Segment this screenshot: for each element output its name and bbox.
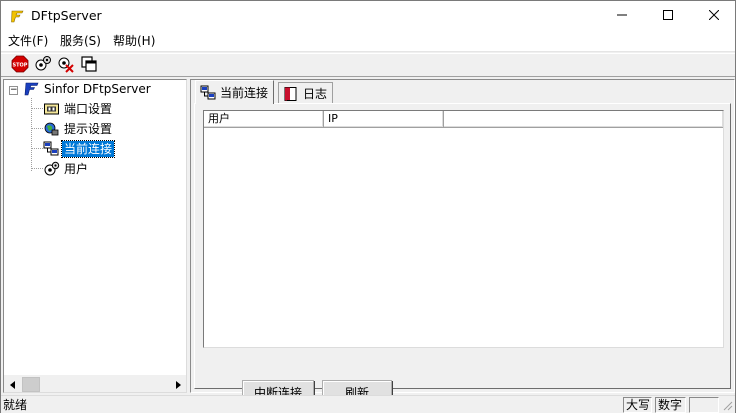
log-tab-icon [283, 86, 299, 102]
menu-bar: 文件(F) 服务(S) 帮助(H) [1, 31, 735, 52]
tree-collapse-toggle[interactable]: − [9, 86, 18, 95]
status-bar: 就绪 大写 数字 [1, 395, 735, 413]
tree-item-label: 当前连接 [60, 140, 116, 158]
tab-content: 用户 IP 中断连接 刷新 [194, 103, 731, 405]
column-header-user[interactable]: 用户 [204, 111, 324, 128]
tree-connector [31, 148, 43, 149]
connect-button[interactable] [33, 56, 52, 75]
app-logo-icon [10, 9, 25, 24]
maximize-button[interactable] [645, 1, 691, 31]
server-logo-icon [23, 81, 40, 97]
disconnect-button[interactable] [56, 56, 75, 75]
tab-current-connections[interactable]: 当前连接 [195, 80, 275, 104]
tree-connector [31, 108, 43, 109]
content-panel: 当前连接 日志 用户 IP 中断连接 刷新 [190, 79, 735, 405]
tree-root-item[interactable]: Sinfor DFtpServer [23, 80, 153, 98]
num-lock-indicator: 数字 [655, 397, 686, 413]
minimize-icon [617, 9, 627, 23]
scroll-thumb[interactable] [22, 377, 40, 392]
tree-connector [31, 128, 43, 129]
stop-icon-text: STOP [12, 63, 27, 69]
close-button[interactable] [691, 1, 736, 31]
copy-windows-icon [80, 55, 98, 76]
scroll-right-icon[interactable] [169, 376, 186, 393]
menu-service[interactable]: 服务(S) [60, 34, 101, 49]
scroll-left-icon[interactable] [4, 376, 21, 393]
title-bar[interactable]: DFtpServer [1, 1, 735, 31]
menu-help[interactable]: 帮助(H) [113, 34, 155, 49]
toolbar: STOP [1, 53, 735, 77]
users-icon [43, 161, 60, 177]
connections-list[interactable]: 用户 IP [203, 110, 724, 348]
caps-lock-indicator: 大写 [623, 397, 652, 413]
current-connections-icon [43, 141, 60, 157]
scroll-lock-indicator [689, 397, 719, 413]
tab-log[interactable]: 日志 [278, 82, 334, 104]
tree-connector [31, 168, 43, 169]
tab-label: 日志 [303, 87, 328, 101]
column-header-ip[interactable]: IP [324, 111, 444, 128]
prompt-settings-icon [43, 121, 60, 137]
menu-file[interactable]: 文件(F) [8, 34, 48, 49]
server-tree[interactable]: − Sinfor DFtpServer 端口设置 提示设置 当前连接 用户 [3, 79, 187, 393]
column-header-filler [444, 111, 723, 128]
tree-item-current-connections[interactable]: 当前连接 [43, 140, 116, 158]
disconnect-icon [57, 55, 75, 76]
list-header: 用户 IP [204, 111, 723, 128]
stop-icon: STOP [11, 55, 29, 76]
tree-horizontal-scrollbar[interactable] [4, 375, 186, 392]
resize-grip-icon[interactable] [721, 399, 733, 411]
stop-button[interactable]: STOP [10, 55, 29, 76]
tree-item-prompt-settings[interactable]: 提示设置 [43, 120, 114, 138]
close-icon [708, 9, 720, 23]
tree-item-label: 用户 [64, 162, 89, 176]
tab-label: 当前连接 [220, 86, 269, 100]
connect-icon [34, 55, 52, 76]
minimize-button[interactable] [599, 1, 645, 31]
copy-windows-button[interactable] [79, 56, 98, 75]
status-text: 就绪 [3, 398, 28, 412]
tree-item-label: 提示设置 [64, 122, 113, 136]
tree-item-users[interactable]: 用户 [43, 160, 90, 178]
main-window: DFtpServer 文件(F) 服务(S) 帮助(H) STOP − Sinf… [0, 0, 736, 413]
connections-tab-icon [200, 85, 216, 101]
maximize-icon [663, 9, 673, 23]
window-title: DFtpServer [31, 8, 102, 23]
tree-root-label: Sinfor DFtpServer [44, 82, 151, 96]
port-settings-icon [43, 101, 60, 117]
tree-item-label: 端口设置 [64, 102, 113, 116]
tree-item-port-settings[interactable]: 端口设置 [43, 100, 114, 118]
